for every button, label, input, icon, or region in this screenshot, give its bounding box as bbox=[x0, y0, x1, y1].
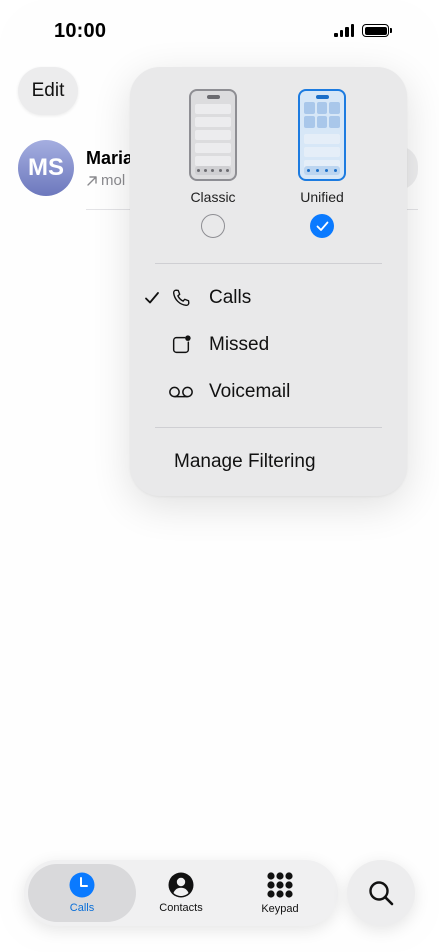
phone-icon bbox=[168, 286, 194, 310]
tab-contacts[interactable]: Contacts bbox=[127, 864, 235, 922]
edit-button[interactable]: Edit bbox=[18, 67, 78, 115]
voicemail-icon bbox=[168, 380, 194, 404]
person-icon bbox=[168, 872, 194, 898]
filter-popover: Classic Unified Calls Missed Voicemail M… bbox=[130, 67, 407, 496]
phone-screen: 10:00 Edit MS Maria mol Classic Unified … bbox=[0, 0, 439, 952]
caller-name: Maria bbox=[86, 148, 134, 168]
unified-layout-thumbnail-icon bbox=[298, 89, 346, 181]
caller-subtitle-text: mol bbox=[101, 172, 126, 189]
classic-radio[interactable] bbox=[201, 214, 225, 238]
layout-option-label: Unified bbox=[300, 189, 344, 205]
layout-option-classic[interactable]: Classic bbox=[168, 89, 258, 238]
search-icon bbox=[369, 881, 394, 906]
tab-contacts-label: Contacts bbox=[159, 902, 203, 914]
missed-badge-icon bbox=[168, 333, 194, 357]
unified-radio[interactable] bbox=[310, 214, 334, 238]
filter-calls[interactable]: Calls bbox=[130, 276, 407, 320]
filter-missed[interactable]: Missed bbox=[130, 323, 407, 367]
avatar: MS bbox=[18, 140, 74, 196]
cellular-signal-icon bbox=[334, 24, 354, 37]
popover-divider bbox=[155, 263, 382, 264]
tab-bar: Calls Contacts Keypad bbox=[24, 860, 338, 926]
search-button[interactable] bbox=[347, 860, 415, 926]
status-time: 10:00 bbox=[54, 20, 107, 42]
tab-keypad[interactable]: Keypad bbox=[226, 864, 334, 922]
filter-calls-label: Calls bbox=[209, 287, 252, 308]
outgoing-arrow-icon bbox=[87, 175, 97, 186]
filter-voicemail-label: Voicemail bbox=[209, 381, 291, 402]
tab-keypad-label: Keypad bbox=[261, 903, 299, 915]
classic-layout-thumbnail-icon bbox=[189, 89, 237, 181]
checkmark-icon bbox=[316, 221, 328, 231]
tab-calls-label: Calls bbox=[69, 902, 95, 914]
keypad-icon bbox=[267, 872, 293, 898]
caller-subtitle: mol bbox=[86, 172, 125, 189]
battery-icon bbox=[362, 24, 392, 37]
status-icons bbox=[334, 24, 392, 37]
tab-calls[interactable]: Calls bbox=[28, 864, 136, 922]
layout-option-label: Classic bbox=[190, 189, 236, 205]
filter-voicemail[interactable]: Voicemail bbox=[130, 370, 407, 414]
filter-missed-label: Missed bbox=[209, 334, 270, 355]
manage-filtering-button[interactable]: Manage Filtering bbox=[174, 451, 316, 473]
clock-icon bbox=[69, 872, 95, 898]
popover-divider bbox=[155, 427, 382, 428]
layout-option-unified[interactable]: Unified bbox=[277, 89, 367, 238]
checkmark-icon bbox=[145, 292, 159, 304]
